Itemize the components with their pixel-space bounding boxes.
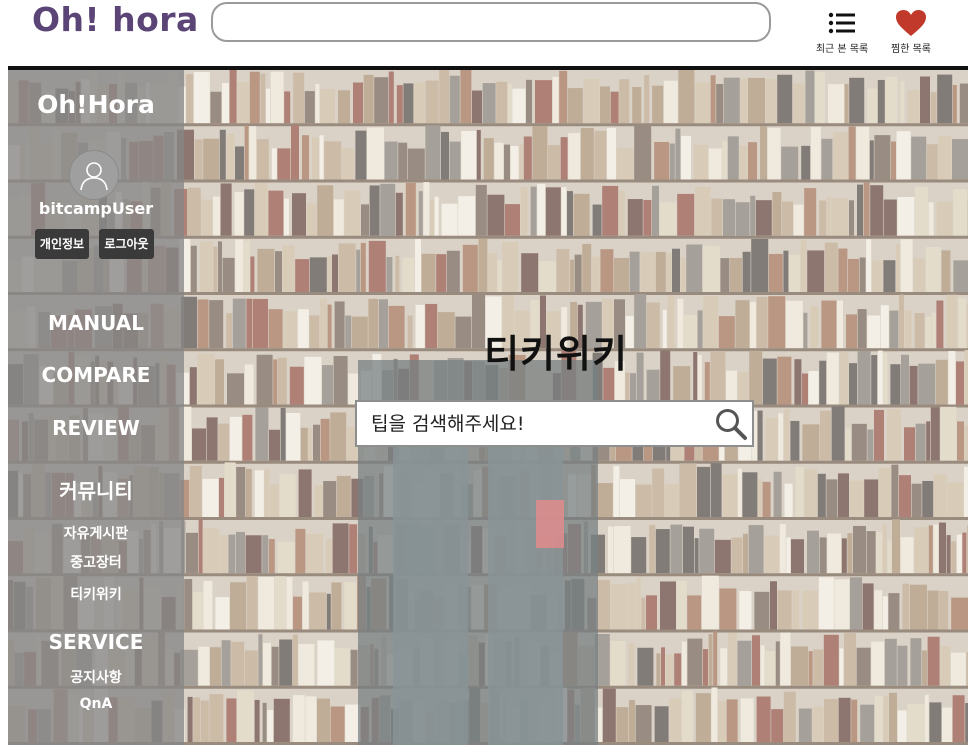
recent-viewed-button[interactable]: 최근 본 목록 — [812, 6, 872, 55]
nav-free-board[interactable]: 자유게시판 — [8, 523, 184, 543]
nav-community[interactable]: 커뮤니티 — [8, 475, 184, 504]
profile-button[interactable]: 개인정보 — [35, 229, 89, 259]
main-area: Oh!Hora bitcampUser 개인정보 로그아웃 MANUAL COM… — [8, 70, 968, 745]
list-icon — [812, 6, 872, 40]
user-icon — [69, 150, 119, 200]
nav-tikiwiki[interactable]: 티키위키 — [8, 584, 184, 604]
nav-review[interactable]: REVIEW — [8, 416, 184, 440]
recent-viewed-label: 최근 본 목록 — [815, 44, 869, 55]
site-logo[interactable]: Oh! hora — [32, 0, 199, 39]
global-search-input[interactable] — [211, 2, 771, 42]
search-icon[interactable] — [712, 405, 750, 443]
sidebar: Oh!Hora bitcampUser 개인정보 로그아웃 MANUAL COM… — [8, 70, 184, 745]
nav-service[interactable]: SERVICE — [8, 630, 184, 654]
logout-button[interactable]: 로그아웃 — [99, 229, 154, 259]
tip-search-input[interactable] — [357, 402, 707, 445]
nav-used-market[interactable]: 중고장터 — [8, 552, 184, 572]
wishlist-label: 찜한 목록 — [891, 44, 931, 55]
sidebar-title[interactable]: Oh!Hora — [8, 90, 184, 119]
page-title: 티키위키 — [484, 332, 628, 376]
wishlist-button[interactable]: 찜한 목록 — [881, 6, 941, 55]
heart-icon — [881, 6, 941, 40]
tip-search-box — [355, 400, 754, 447]
username: bitcampUser — [38, 199, 154, 218]
nav-qna[interactable]: QnA — [8, 696, 184, 712]
nav-notice[interactable]: 공지사항 — [8, 667, 184, 687]
top-header: Oh! hora 최근 본 목록 찜한 목록 — [0, 0, 978, 66]
